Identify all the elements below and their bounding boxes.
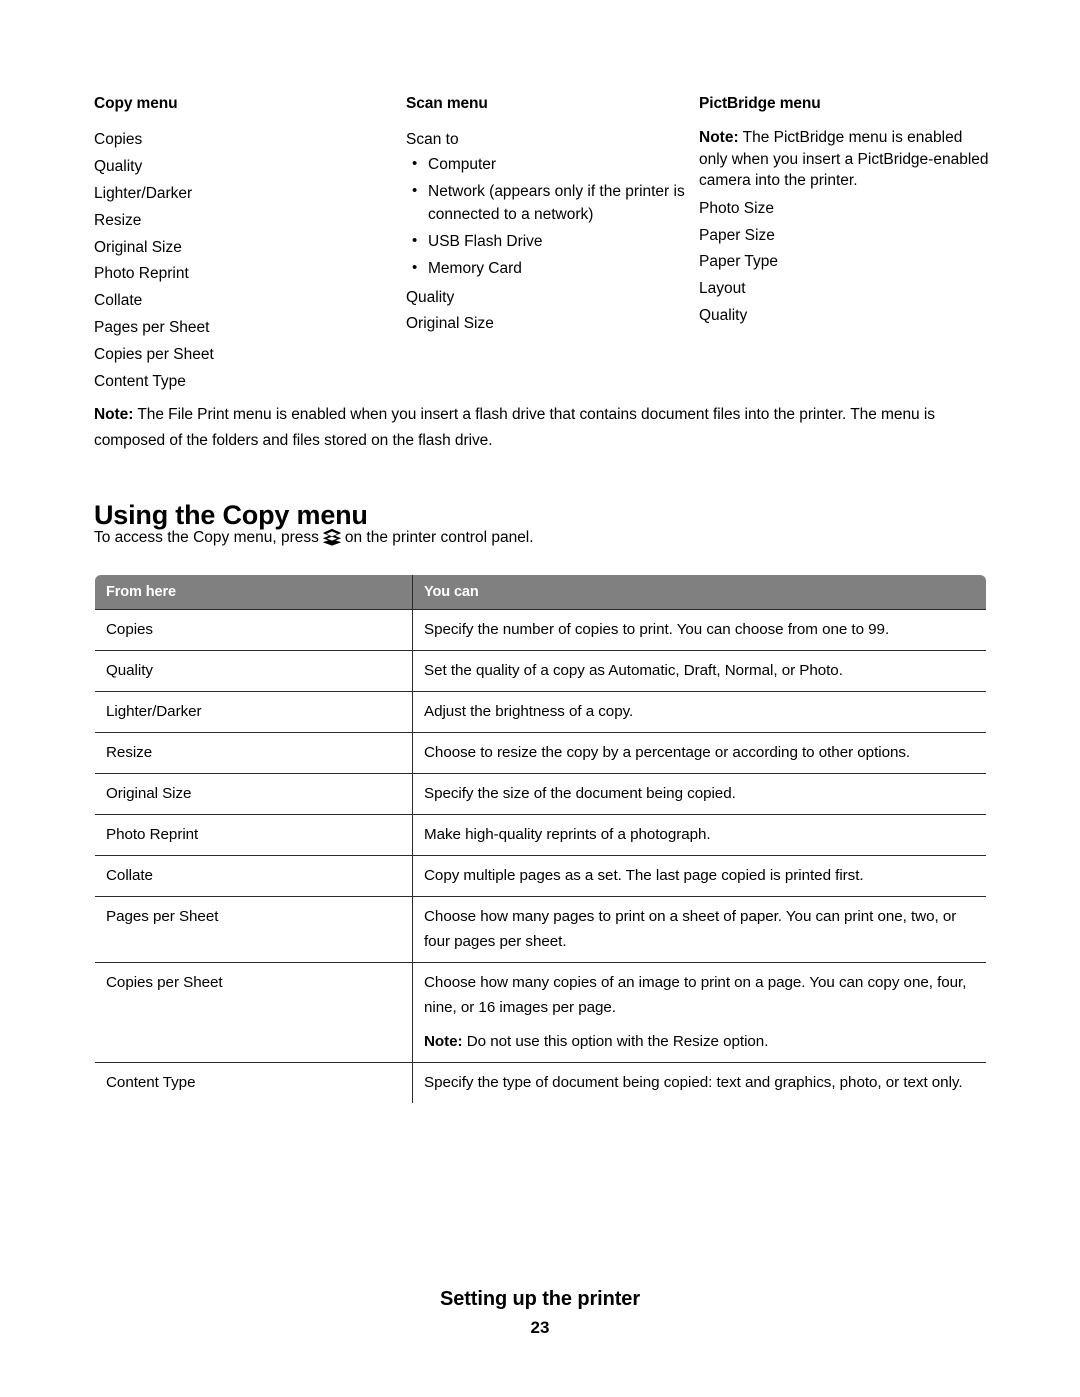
column-header-from-here: From here bbox=[95, 575, 413, 610]
pictbridge-menu-item: Paper Type bbox=[699, 253, 778, 271]
cell-from-here: Lighter/Darker bbox=[95, 691, 413, 733]
copy-menu-item: Collate bbox=[94, 292, 143, 310]
section-intro: To access the Copy menu, press on the pri… bbox=[94, 526, 534, 550]
pictbridge-menu-item: Quality bbox=[699, 307, 748, 325]
scan-menu-heading: Scan menu bbox=[406, 95, 488, 112]
cell-you-can: Set the quality of a copy as Automatic, … bbox=[412, 650, 986, 692]
cell-note: Note: Do not use this option with the Re… bbox=[424, 1029, 975, 1054]
copy-menu-item: Photo Reprint bbox=[94, 265, 189, 283]
intro-text-after: on the printer control panel. bbox=[344, 529, 534, 546]
cell-paragraph: Set the quality of a copy as Automatic, … bbox=[424, 662, 843, 679]
pictbridge-menu-item: Layout bbox=[699, 280, 746, 298]
scan-to-label: Scan to bbox=[406, 131, 459, 149]
copy-menu-item: Pages per Sheet bbox=[94, 318, 210, 336]
cell-you-can: Choose to resize the copy by a percentag… bbox=[412, 732, 986, 774]
pictbridge-menu-column: PictBridge menu Note: The PictBridge men… bbox=[699, 94, 994, 330]
table-row: Photo Reprint Make high-quality reprints… bbox=[95, 814, 986, 856]
scan-menu-column: Scan menu Scan to Computer Network (appe… bbox=[406, 94, 686, 338]
cell-paragraph: Copy multiple pages as a set. The last p… bbox=[424, 867, 864, 884]
table-row: Pages per Sheet Choose how many pages to… bbox=[95, 896, 986, 963]
cell-from-here: Resize bbox=[95, 732, 413, 774]
page-footer: Setting up the printer 23 bbox=[0, 1288, 1080, 1338]
cell-from-here: Photo Reprint bbox=[95, 814, 413, 856]
copy-menu-table: From here You can Copies Specify the num… bbox=[94, 574, 987, 1104]
footer-title: Setting up the printer bbox=[439, 1288, 641, 1310]
scan-to-options-list: Computer Network (appears only if the pr… bbox=[406, 153, 686, 281]
note-text: Do not use this option with the Resize o… bbox=[462, 1033, 769, 1050]
pictbridge-menu-item: Paper Size bbox=[699, 226, 775, 244]
copy-menu-item: Resize bbox=[94, 211, 142, 229]
table-row: Copies per Sheet Choose how many copies … bbox=[95, 962, 986, 1063]
copy-menu-item: Copies bbox=[94, 131, 143, 149]
intro-text-before: To access the Copy menu, press bbox=[94, 529, 319, 546]
cell-from-here: Copies per Sheet bbox=[95, 962, 413, 1063]
cell-from-here: Original Size bbox=[95, 773, 413, 815]
copy-menu-item: Original Size bbox=[94, 238, 182, 256]
table-row: Lighter/Darker Adjust the brightness of … bbox=[95, 691, 986, 733]
note-label: Note: bbox=[699, 129, 739, 147]
scan-to-option: USB Flash Drive bbox=[406, 230, 686, 254]
scan-menu-item: Quality bbox=[406, 288, 455, 306]
cell-you-can: Copy multiple pages as a set. The last p… bbox=[412, 855, 986, 897]
cell-you-can: Adjust the brightness of a copy. bbox=[412, 691, 986, 733]
scan-menu-item: Original Size bbox=[406, 315, 494, 333]
scan-to-option: Computer bbox=[406, 153, 686, 177]
footer-page-number: 23 bbox=[530, 1318, 550, 1337]
scan-to-option: Memory Card bbox=[406, 257, 686, 281]
cell-you-can: Choose how many copies of an image to pr… bbox=[412, 962, 986, 1063]
pictbridge-note: Note: The PictBridge menu is enabled onl… bbox=[699, 127, 994, 192]
table-row: Resize Choose to resize the copy by a pe… bbox=[95, 732, 986, 774]
table-row: Quality Set the quality of a copy as Aut… bbox=[95, 650, 986, 692]
cell-you-can: Choose how many pages to print on a shee… bbox=[412, 896, 986, 963]
copy-menu-item: Lighter/Darker bbox=[94, 184, 193, 202]
cell-you-can: Make high-quality reprints of a photogra… bbox=[412, 814, 986, 856]
table-row: Original Size Specify the size of the do… bbox=[95, 773, 986, 815]
cell-paragraph: Choose how many pages to print on a shee… bbox=[424, 908, 957, 950]
copy-stack-icon bbox=[322, 528, 342, 546]
table-row: Copies Specify the number of copies to p… bbox=[95, 609, 986, 651]
scan-to-option: Network (appears only if the printer is … bbox=[406, 180, 686, 226]
table-header-row: From here You can bbox=[95, 575, 986, 610]
cell-paragraph: Specify the number of copies to print. Y… bbox=[424, 621, 890, 638]
note-label: Note: bbox=[424, 1033, 463, 1050]
copy-menu-item: Quality bbox=[94, 158, 143, 176]
pictbridge-menu-heading: PictBridge menu bbox=[699, 95, 821, 112]
note-text: The File Print menu is enabled when you … bbox=[94, 406, 935, 449]
document-page: Copy menu Copies Quality Lighter/Darker … bbox=[0, 0, 1080, 1397]
copy-menu-column: Copy menu Copies Quality Lighter/Darker … bbox=[94, 94, 384, 395]
cell-from-here: Content Type bbox=[95, 1062, 413, 1103]
cell-paragraph: Make high-quality reprints of a photogra… bbox=[424, 826, 711, 843]
file-print-note: Note: The File Print menu is enabled whe… bbox=[94, 402, 992, 454]
cell-from-here: Collate bbox=[95, 855, 413, 897]
copy-menu-item: Copies per Sheet bbox=[94, 345, 214, 363]
note-label: Note: bbox=[94, 406, 134, 423]
copy-menu-item: Content Type bbox=[94, 372, 186, 390]
copy-menu-heading: Copy menu bbox=[94, 95, 178, 112]
cell-paragraph: Specify the type of document being copie… bbox=[424, 1074, 963, 1091]
cell-from-here: Copies bbox=[95, 609, 413, 651]
pictbridge-menu-item: Photo Size bbox=[699, 199, 774, 217]
cell-you-can: Specify the number of copies to print. Y… bbox=[412, 609, 986, 651]
cell-paragraph: Adjust the brightness of a copy. bbox=[424, 703, 634, 720]
cell-from-here: Pages per Sheet bbox=[95, 896, 413, 963]
table-row: Content Type Specify the type of documen… bbox=[95, 1062, 986, 1103]
cell-paragraph: Specify the size of the document being c… bbox=[424, 785, 736, 802]
cell-paragraph: Choose how many copies of an image to pr… bbox=[424, 974, 967, 1016]
table-row: Collate Copy multiple pages as a set. Th… bbox=[95, 855, 986, 897]
column-header-you-can: You can bbox=[412, 575, 986, 610]
cell-from-here: Quality bbox=[95, 650, 413, 692]
cell-you-can: Specify the size of the document being c… bbox=[412, 773, 986, 815]
note-text: The PictBridge menu is enabled only when… bbox=[699, 129, 989, 190]
cell-paragraph: Choose to resize the copy by a percentag… bbox=[424, 744, 911, 761]
cell-you-can: Specify the type of document being copie… bbox=[412, 1062, 986, 1103]
